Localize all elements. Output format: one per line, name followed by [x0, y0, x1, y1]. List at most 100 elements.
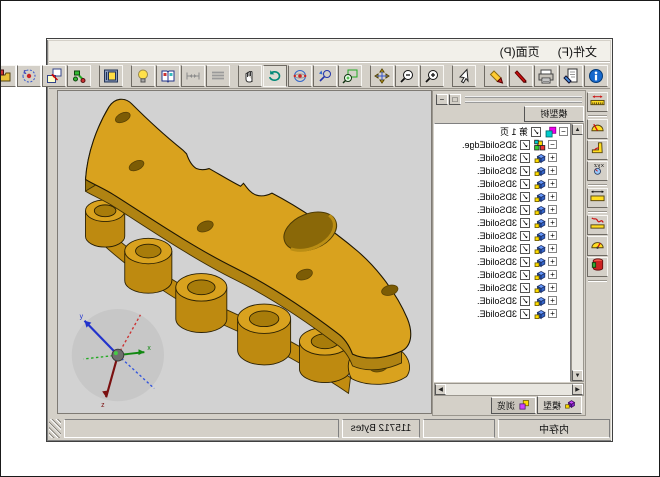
printer-button[interactable] [534, 65, 558, 87]
zoom-window-button[interactable] [338, 65, 362, 87]
tree-row[interactable]: +✓3DSolidE. [435, 294, 570, 307]
window-resize-grip[interactable] [49, 419, 61, 438]
orbit-button[interactable] [288, 65, 312, 87]
assembly-icon [71, 68, 87, 84]
dimension-gray-button[interactable] [181, 65, 205, 87]
pan-hand-button[interactable] [238, 65, 262, 87]
image-panel-button[interactable] [99, 65, 123, 87]
angle-measure-button[interactable] [588, 140, 609, 160]
expand-icon[interactable]: + [548, 270, 557, 279]
visibility-checkbox[interactable]: ✓ [520, 179, 530, 189]
doc-pen-button[interactable] [559, 65, 583, 87]
tree-row[interactable]: +✓3DSolidE. [435, 255, 570, 268]
solid-cube-icon [532, 165, 546, 177]
visibility-checkbox[interactable]: ✓ [520, 140, 530, 150]
scroll-down-button[interactable]: ▼ [572, 370, 583, 381]
expand-icon[interactable]: + [548, 283, 557, 292]
visibility-checkbox[interactable]: ✓ [520, 283, 530, 293]
tree-row[interactable]: +✓3DSolidE. [435, 216, 570, 229]
expand-icon[interactable]: + [548, 179, 557, 188]
red-cylinder-button[interactable] [588, 257, 609, 277]
panel-maximize-button[interactable]: □ [449, 94, 461, 105]
distance-ruler-button[interactable] [588, 188, 609, 208]
expand-icon[interactable]: + [548, 218, 557, 227]
menu-item-file[interactable]: 文件(F) [549, 41, 606, 62]
visibility-checkbox[interactable]: ✓ [531, 127, 541, 137]
tree-row[interactable]: +✓3DSolidE. [435, 164, 570, 177]
assembly-button[interactable] [67, 65, 91, 87]
visibility-checkbox[interactable]: ✓ [520, 231, 530, 241]
xyz-coordinate-button[interactable]: xyz [588, 161, 609, 181]
panel-minimize-button[interactable]: − [436, 94, 448, 105]
folder-cube-button[interactable] [0, 65, 16, 87]
expand-icon[interactable]: + [548, 166, 557, 175]
tree-node-label: 3DSolidE. [477, 231, 517, 241]
visibility-checkbox[interactable]: ✓ [520, 218, 530, 228]
visibility-checkbox[interactable]: ✓ [520, 257, 530, 267]
visibility-checkbox[interactable]: ✓ [520, 270, 530, 280]
visibility-checkbox[interactable]: ✓ [520, 192, 530, 202]
collapse-icon[interactable]: − [559, 127, 568, 136]
status-field [64, 419, 339, 438]
scroll-left-button[interactable]: ◀ [572, 384, 583, 395]
info-button[interactable] [584, 65, 608, 87]
circular-pattern-icon: 2 [21, 68, 37, 84]
protractor-icon [591, 119, 606, 139]
curve-measure-button[interactable] [588, 215, 609, 235]
panel-tab-model[interactable]: 模型 [537, 396, 582, 414]
expand-icon[interactable]: + [548, 231, 557, 240]
render-brush-button[interactable] [484, 65, 508, 87]
tree-row[interactable]: +✓3DSolidE. [435, 307, 570, 320]
visibility-checkbox[interactable]: ✓ [520, 153, 530, 163]
doc-pen-icon [563, 68, 579, 84]
tree-vertical-scrollbar[interactable]: ▲ ▼ [571, 123, 584, 382]
visibility-checkbox[interactable]: ✓ [520, 244, 530, 254]
window-arrow-button[interactable] [42, 65, 66, 87]
panel-grip-handle[interactable] [465, 96, 582, 103]
scroll-right-button[interactable]: ▶ [435, 384, 446, 395]
dynamic-zoom-button[interactable] [313, 65, 337, 87]
panel-grip[interactable]: □ − [434, 92, 584, 106]
visibility-checkbox[interactable]: ✓ [520, 166, 530, 176]
expand-icon[interactable]: + [548, 244, 557, 253]
light-bulb-button[interactable] [131, 65, 155, 87]
visibility-checkbox[interactable]: ✓ [520, 309, 530, 319]
layers-gray-button[interactable] [206, 65, 230, 87]
select-cursor-button[interactable] [452, 65, 476, 87]
tree-row[interactable]: + ✓3DSolidE. [435, 229, 570, 242]
scroll-up-button[interactable]: ▲ [572, 124, 583, 135]
3d-viewport[interactable]: y z x [57, 90, 432, 414]
protractor-button[interactable] [588, 119, 609, 139]
tree-row[interactable]: +✓3DSolidE. [435, 151, 570, 164]
expand-icon[interactable]: + [548, 257, 557, 266]
zoom-window-icon [342, 68, 358, 84]
tree-horizontal-scrollbar[interactable]: ◀ ▶ [434, 383, 584, 396]
tree-row[interactable]: +✓3DSolidE. [435, 268, 570, 281]
tree-row[interactable]: +✓3DSolidE. [435, 281, 570, 294]
expand-icon[interactable]: + [548, 192, 557, 201]
collapse-icon[interactable]: − [548, 140, 557, 149]
measure-length-button[interactable] [588, 92, 609, 112]
expand-icon[interactable]: + [548, 309, 557, 318]
tree-row[interactable]: +✓3DSolidE. [435, 177, 570, 190]
material-book-button[interactable] [156, 65, 180, 87]
menu-item-page[interactable]: 页面(P) [491, 41, 549, 62]
rotate-view-button[interactable] [263, 65, 287, 87]
tree-row[interactable]: +✓3DSolidE. [435, 190, 570, 203]
tree-row[interactable]: +✓3DSolidE. [435, 203, 570, 216]
expand-icon[interactable]: + [548, 205, 557, 214]
tree-row[interactable]: −✓第 1 页 [435, 125, 570, 138]
panel-tab-browse[interactable]: 浏览 [491, 397, 536, 414]
move-arrows-button[interactable] [370, 65, 394, 87]
visibility-checkbox[interactable]: ✓ [520, 205, 530, 215]
gauge-button[interactable] [588, 236, 609, 256]
expand-icon[interactable]: + [548, 153, 557, 162]
visibility-checkbox[interactable]: ✓ [520, 296, 530, 306]
tree-row[interactable]: +✓3DSolidE. [435, 242, 570, 255]
red-pen-button[interactable] [509, 65, 533, 87]
expand-icon[interactable]: + [548, 296, 557, 305]
tree-row[interactable]: −✓3DSolidEdge. [435, 138, 570, 151]
circular-pattern-button[interactable]: 2 [17, 65, 41, 87]
zoom-out-button[interactable] [395, 65, 419, 87]
zoom-in-button[interactable] [420, 65, 444, 87]
